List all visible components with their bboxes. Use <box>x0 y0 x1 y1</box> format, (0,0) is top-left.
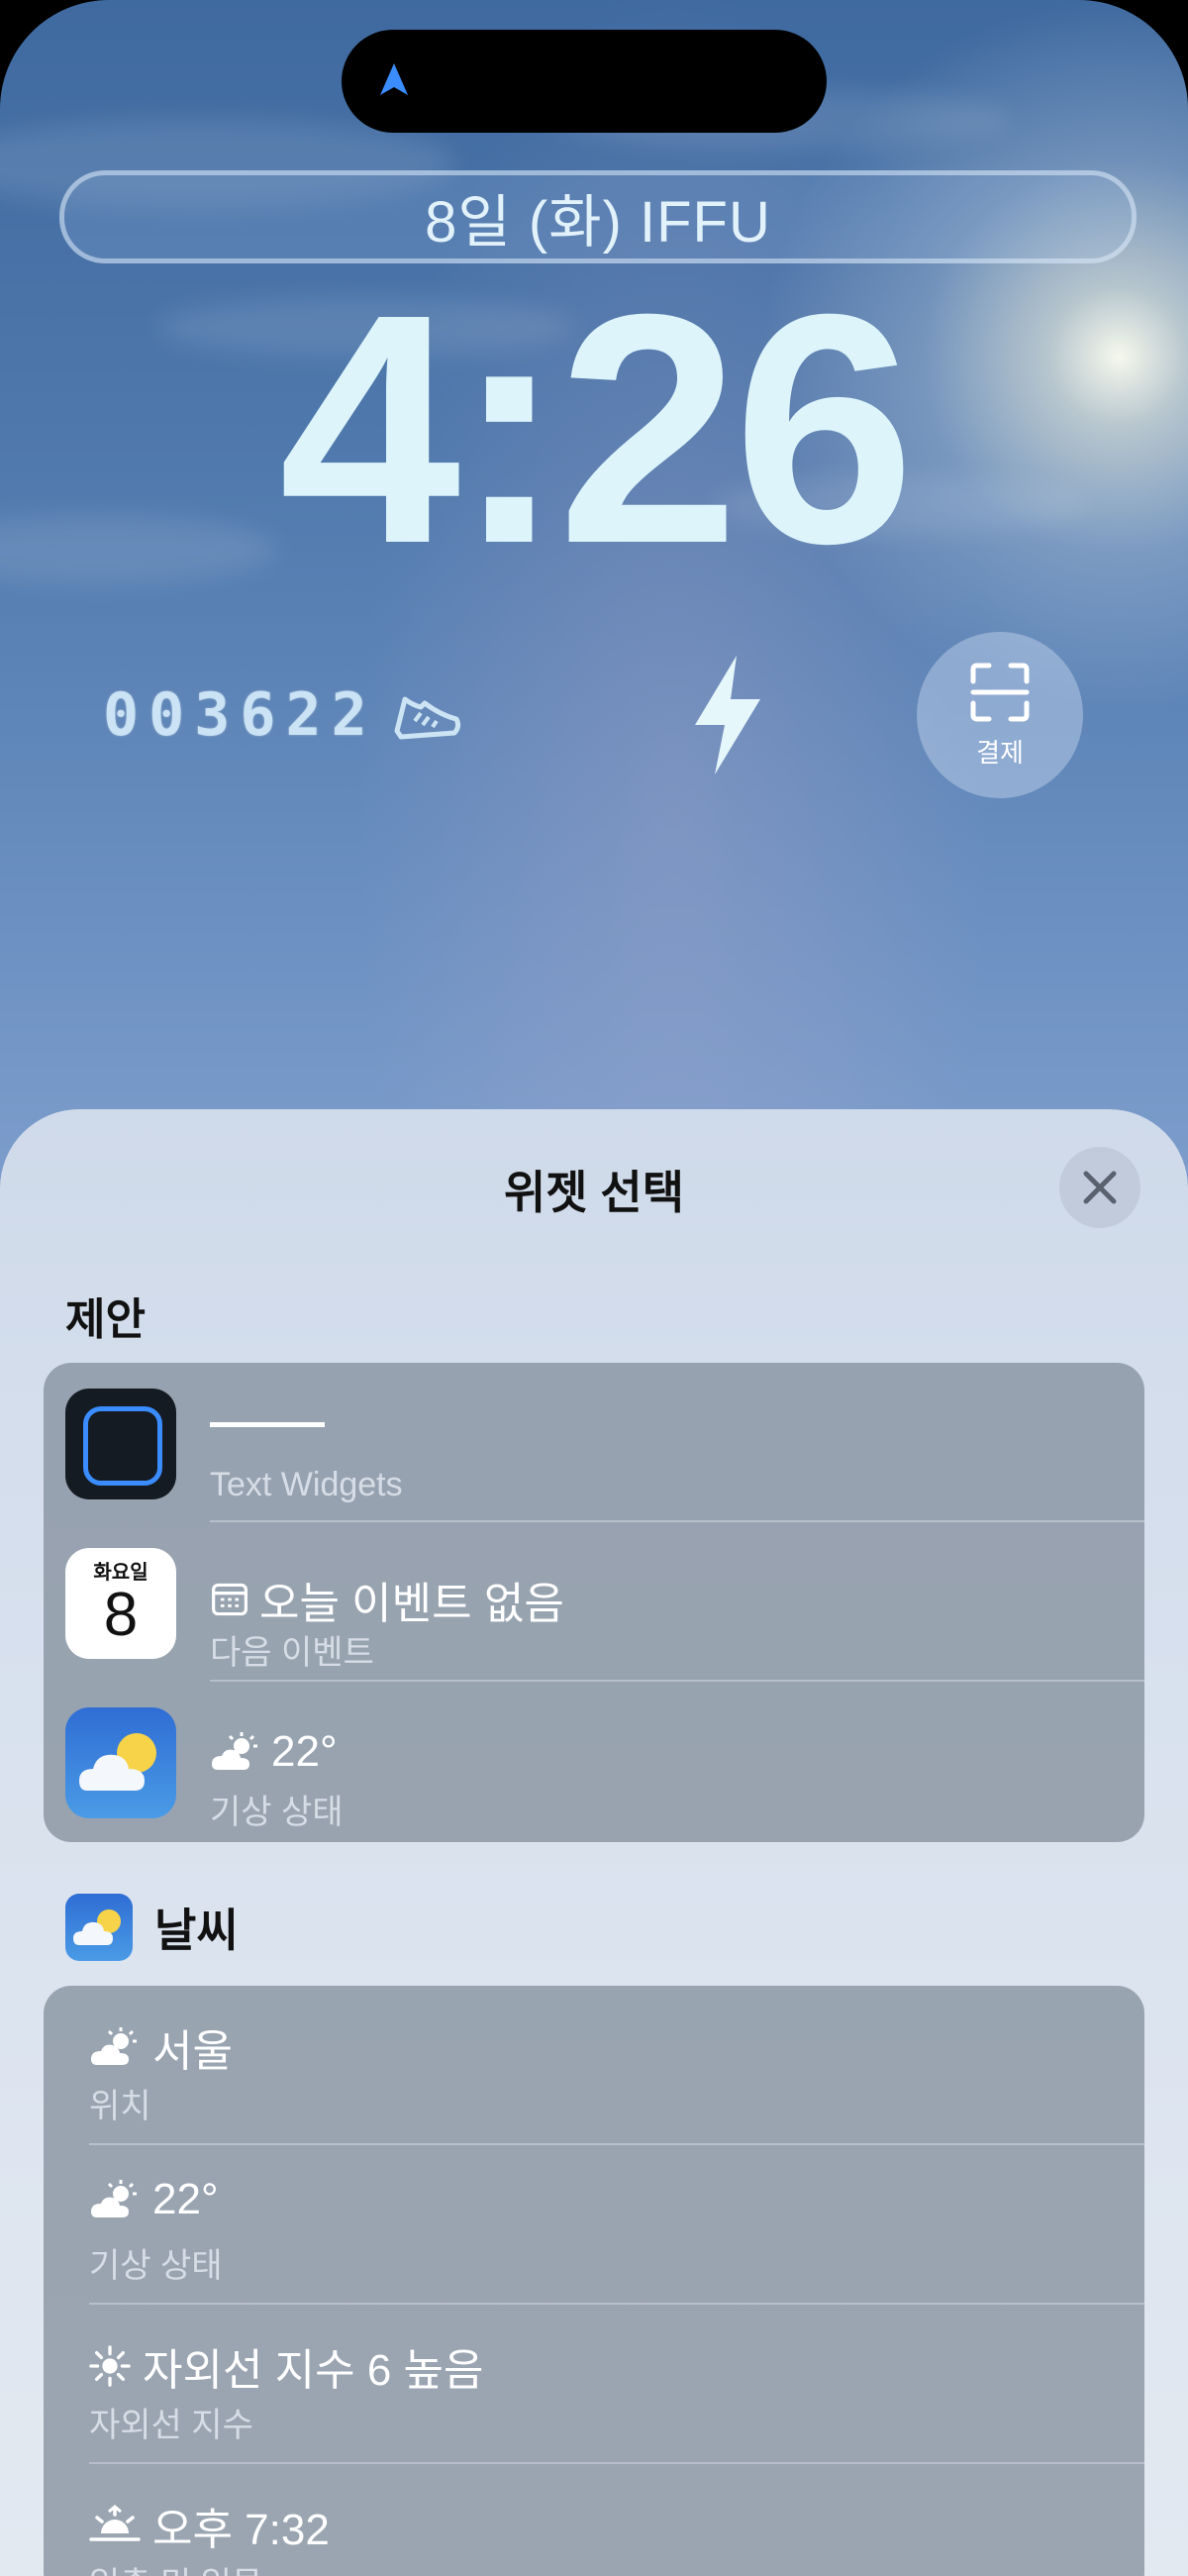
text-widgets-app-icon <box>65 1389 176 1499</box>
suggestion-text-widgets[interactable]: Text Widgets <box>44 1363 1144 1522</box>
suggestion-calendar[interactable]: 화요일 8 오늘 이벤트 없음 다음 이벤트 <box>44 1522 1144 1682</box>
sun-icon <box>89 2345 131 2387</box>
suggestion-subtitle: 기상 상태 <box>210 1794 344 1831</box>
partly-sunny-icon <box>91 2180 137 2217</box>
weather-widget-subtitle: 위치 <box>89 2088 151 2125</box>
weather-widget-title: 서울 <box>152 2027 233 2076</box>
weather-app-icon <box>65 1894 133 1961</box>
weather-widget-uv-index[interactable]: 자외선 지수 6 높음 자외선 지수 <box>44 2305 1144 2464</box>
suggestion-subtitle: Text Widgets <box>210 1466 403 1503</box>
weather-section-title: 날씨 <box>154 1905 239 1956</box>
pay-button[interactable]: 결제 <box>917 632 1083 798</box>
sunset-icon <box>89 2505 141 2541</box>
calendar-app-icon: 화요일 8 <box>65 1548 176 1659</box>
suggestion-subtitle: 다음 이벤트 <box>210 1634 374 1672</box>
weather-widget-location[interactable]: 서울 위치 <box>44 1986 1144 2145</box>
sneaker-icon <box>394 696 460 740</box>
weather-app-icon <box>65 1707 176 1818</box>
location-arrow-icon <box>380 63 408 95</box>
close-icon <box>1083 1171 1117 1204</box>
suggestion-weather[interactable]: 22° 기상 상태 <box>44 1682 1144 1841</box>
close-button[interactable] <box>1059 1147 1140 1228</box>
lock-screen: 8일 (화) IFFU 4:26 003622 결제 위젯 선택 제안 Text… <box>0 0 1188 2576</box>
sheet-title: 위젯 선택 <box>503 1167 685 1218</box>
lightning-bolt-icon[interactable] <box>687 654 768 776</box>
suggestion-title: 22° <box>271 1727 338 1776</box>
pay-label: 결제 <box>976 737 1024 768</box>
dynamic-island <box>342 30 827 133</box>
widget-picker-sheet: 위젯 선택 제안 Text Widgets 화요일 8 오늘 이벤트 없음 다음… <box>0 1109 1188 2576</box>
suggestion-title: 오늘 이벤트 없음 <box>259 1580 564 1628</box>
weather-section-header: 날씨 <box>65 1894 239 1961</box>
weather-widget-title: 22° <box>152 2175 219 2223</box>
text-widget-placeholder <box>210 1408 325 1427</box>
calendar-day: 8 <box>103 1581 139 1649</box>
weather-widget-title: 오후 7:32 <box>152 2506 330 2554</box>
suggestions-header: 제안 <box>65 1295 146 1344</box>
calendar-icon <box>212 1583 248 1616</box>
partly-sunny-icon <box>91 2027 137 2065</box>
steps-widget[interactable]: 003622 <box>103 680 462 750</box>
weather-widget-subtitle: 기상 상태 <box>89 2247 223 2285</box>
weather-widgets-card: 서울 위치 22° 기상 상태 자외선 지수 6 높음 자외선 지수 오후 7:… <box>44 1986 1144 2576</box>
weather-widget-sunrise-sunset[interactable]: 오후 7:32 일출 및 일몰 <box>44 2464 1144 2576</box>
weather-widget-subtitle: 일출 및 일몰 <box>89 2557 262 2576</box>
partly-sunny-icon <box>212 1732 257 1770</box>
weather-widget-conditions[interactable]: 22° 기상 상태 <box>44 2145 1144 2305</box>
suggestions-card: Text Widgets 화요일 8 오늘 이벤트 없음 다음 이벤트 22° … <box>44 1363 1144 1842</box>
weather-widget-subtitle: 자외선 지수 <box>89 2407 253 2444</box>
clock-time[interactable]: 4:26 <box>0 265 1188 592</box>
weather-widget-title: 자외선 지수 6 높음 <box>143 2346 484 2395</box>
scan-icon <box>970 663 1030 721</box>
steps-count: 003622 <box>103 680 377 750</box>
